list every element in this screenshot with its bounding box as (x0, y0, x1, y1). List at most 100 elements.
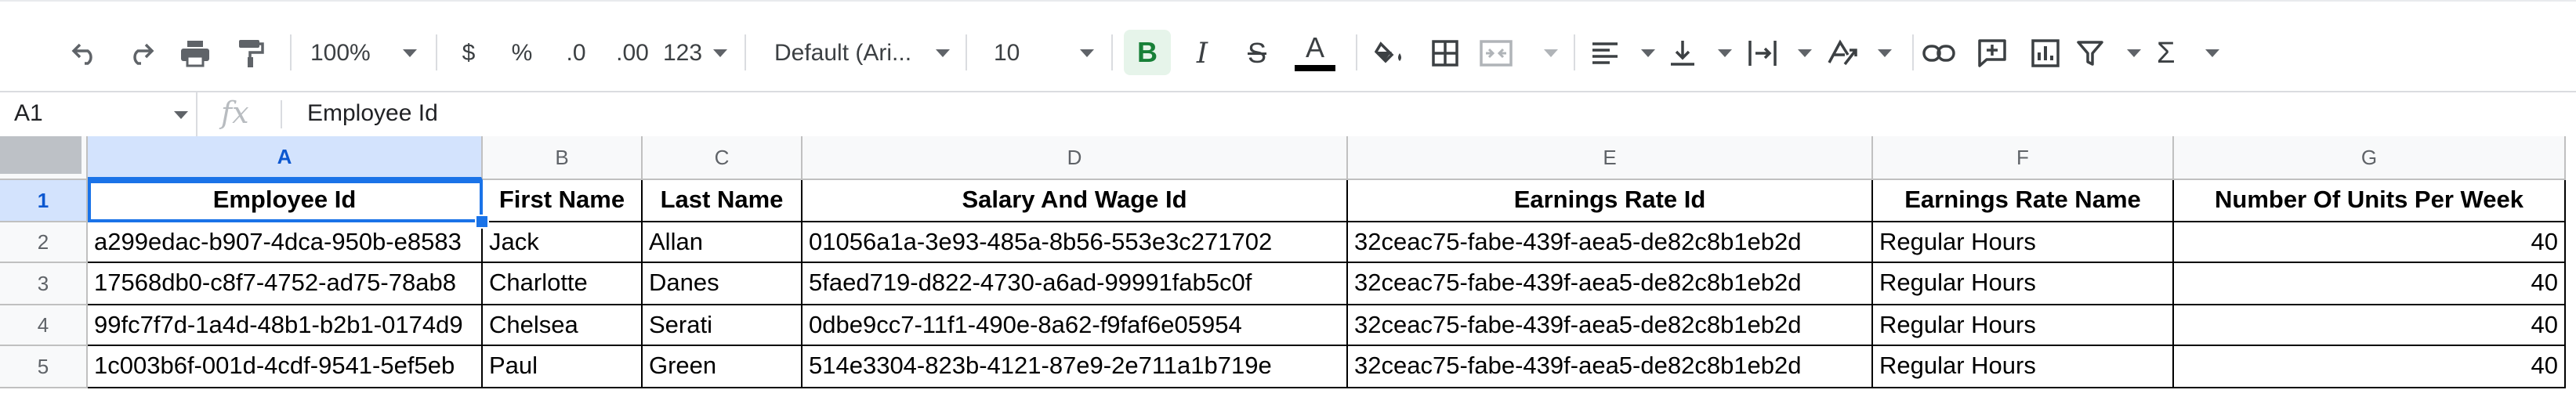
cell-d5[interactable]: 514e3304-823b-4121-87e9-2e711a1b719e (803, 346, 1348, 388)
currency-format-button[interactable]: $ (453, 34, 484, 72)
cell-f5[interactable]: Regular Hours (1873, 346, 2174, 388)
italic-icon: I (1196, 37, 1208, 70)
cell-b4[interactable]: Chelsea (483, 305, 643, 346)
zoom-select[interactable]: 100% (310, 33, 417, 74)
toolbar-separator (966, 34, 967, 70)
fill-handle[interactable] (475, 215, 489, 229)
text-color-swatch (1295, 65, 1335, 71)
cell-b1[interactable]: First Name (483, 180, 643, 222)
row-header-5[interactable]: 5 (0, 346, 88, 388)
strikethrough-icon: S (1247, 37, 1266, 69)
toolbar-separator (1912, 34, 1914, 70)
cell-f3[interactable]: Regular Hours (1873, 263, 2174, 305)
vertical-align-button[interactable] (1669, 33, 1732, 74)
cell-d2[interactable]: 01056a1a-3e93-485a-8b56-553e3c271702 (803, 222, 1348, 263)
name-box[interactable]: A1 (0, 92, 197, 136)
insert-chart-button[interactable] (2025, 33, 2066, 74)
cell-f4[interactable]: Regular Hours (1873, 305, 2174, 346)
cell-d1[interactable]: Salary And Wage Id (803, 180, 1348, 222)
select-all-corner[interactable] (0, 136, 88, 180)
strikethrough-button[interactable]: S (1237, 33, 1277, 74)
column-header-a[interactable]: A (88, 136, 483, 180)
cell-a4[interactable]: 99fc7f7d-1a4d-48b1-b2b1-0174d9 (88, 305, 483, 346)
cell-a3[interactable]: 17568db0-c8f7-4752-ad75-78ab8 (88, 263, 483, 305)
increase-decimal-icon: .00 (616, 40, 649, 66)
cell-a1[interactable]: Employee Id (88, 180, 483, 222)
filter-button[interactable] (2077, 33, 2141, 74)
font-size-select[interactable]: 10 (994, 33, 1094, 74)
column-header-b[interactable]: B (483, 136, 643, 180)
toolbar-separator (290, 34, 292, 70)
print-icon (181, 41, 209, 67)
text-color-icon: A (1305, 31, 1324, 63)
cell-c5[interactable]: Green (643, 346, 803, 388)
text-wrap-icon (1748, 41, 1777, 66)
paint-roller-icon (239, 40, 264, 67)
formula-input[interactable]: Employee Id (307, 100, 438, 127)
bold-button[interactable]: B (1124, 30, 1171, 75)
column-header-c[interactable]: C (643, 136, 803, 180)
cell-c2[interactable]: Allan (643, 222, 803, 263)
cell-d4[interactable]: 0dbe9cc7-11f1-490e-8a62-f9faf6e05954 (803, 305, 1348, 346)
print-button[interactable] (176, 34, 215, 72)
paint-format-button[interactable] (230, 34, 270, 72)
cell-e2[interactable]: 32ceac75-fabe-439f-aea5-de82c8b1eb2d (1348, 222, 1873, 263)
cell-g3[interactable]: 40 (2174, 263, 2566, 305)
cell-e3[interactable]: 32ceac75-fabe-439f-aea5-de82c8b1eb2d (1348, 263, 1873, 305)
borders-button[interactable] (1425, 33, 1466, 74)
redo-button[interactable] (121, 34, 160, 72)
percent-format-button[interactable]: % (505, 34, 539, 72)
functions-button[interactable]: Σ (2157, 33, 2219, 74)
chevron-down-icon (403, 49, 417, 57)
cell-g4[interactable]: 40 (2174, 305, 2566, 346)
undo-button[interactable] (66, 34, 105, 72)
merge-cells-button[interactable] (1480, 33, 1558, 74)
chevron-down-icon (1718, 49, 1732, 57)
sigma-icon: Σ (2157, 36, 2176, 70)
increase-decimal-button[interactable]: .00 (608, 34, 657, 72)
cell-f1[interactable]: Earnings Rate Name (1873, 180, 2174, 222)
dollar-icon: $ (462, 40, 476, 66)
text-rotation-button[interactable] (1826, 33, 1892, 74)
cell-g2[interactable]: 40 (2174, 222, 2566, 263)
toolbar-separator (1111, 34, 1113, 70)
fill-color-button[interactable] (1370, 33, 1411, 74)
insert-link-button[interactable] (1918, 33, 1959, 74)
corner-freeze-handle[interactable] (0, 136, 82, 174)
chart-icon (2031, 39, 2060, 67)
cell-f2[interactable]: Regular Hours (1873, 222, 2174, 263)
italic-button[interactable]: I (1182, 33, 1223, 74)
text-wrapping-button[interactable] (1748, 33, 1812, 74)
filter-icon (2077, 41, 2103, 66)
chevron-down-icon (1878, 49, 1892, 57)
cell-g5[interactable]: 40 (2174, 346, 2566, 388)
decrease-decimal-button[interactable]: .0 (555, 34, 597, 72)
cell-b5[interactable]: Paul (483, 346, 643, 388)
font-family-select[interactable]: Default (Ari... (774, 33, 950, 74)
row-header-2[interactable]: 2 (0, 222, 88, 263)
row-header-3[interactable]: 3 (0, 263, 88, 305)
cell-e5[interactable]: 32ceac75-fabe-439f-aea5-de82c8b1eb2d (1348, 346, 1873, 388)
cell-c3[interactable]: Danes (643, 263, 803, 305)
cell-g1[interactable]: Number Of Units Per Week (2174, 180, 2566, 222)
text-color-button[interactable]: A (1292, 28, 1339, 75)
cell-b3[interactable]: Charlotte (483, 263, 643, 305)
row-header-4[interactable]: 4 (0, 305, 88, 346)
column-header-e[interactable]: E (1348, 136, 1873, 180)
cell-b2[interactable]: Jack (483, 222, 643, 263)
column-header-f[interactable]: F (1873, 136, 2174, 180)
cell-e1[interactable]: Earnings Rate Id (1348, 180, 1873, 222)
cell-e4[interactable]: 32ceac75-fabe-439f-aea5-de82c8b1eb2d (1348, 305, 1873, 346)
cell-c4[interactable]: Serati (643, 305, 803, 346)
chevron-down-icon (1798, 49, 1812, 57)
insert-comment-button[interactable] (1972, 33, 2013, 74)
column-header-g[interactable]: G (2174, 136, 2566, 180)
horizontal-align-button[interactable] (1591, 33, 1655, 74)
more-formats-select[interactable]: 123 (663, 33, 727, 74)
cell-a2[interactable]: a299edac-b907-4dca-950b-e8583 (88, 222, 483, 263)
cell-c1[interactable]: Last Name (643, 180, 803, 222)
row-header-1[interactable]: 1 (0, 180, 88, 222)
cell-d3[interactable]: 5faed719-d822-4730-a6ad-99991fab5c0f (803, 263, 1348, 305)
cell-a5[interactable]: 1c003b6f-001d-4cdf-9541-5ef5eb (88, 346, 483, 388)
column-header-d[interactable]: D (803, 136, 1348, 180)
